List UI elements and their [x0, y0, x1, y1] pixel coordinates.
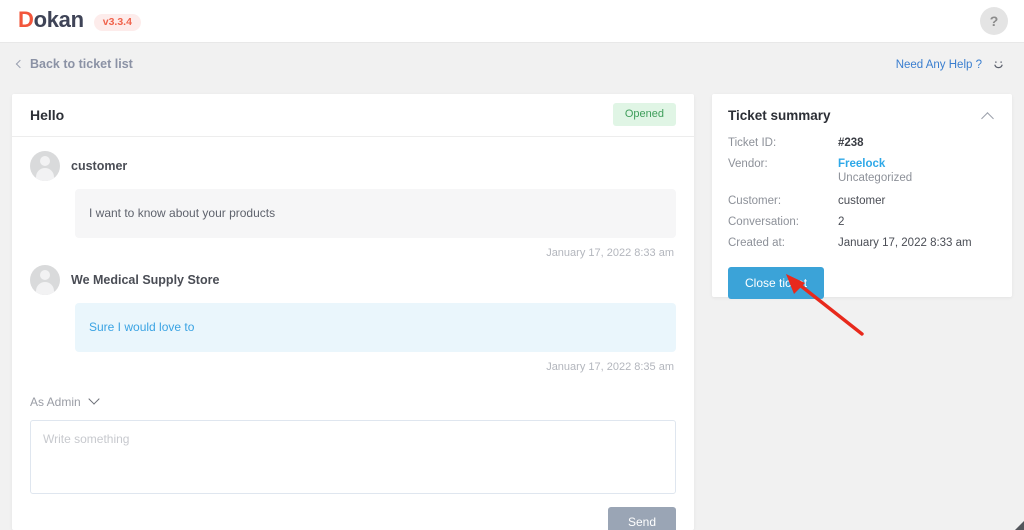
message-bubble: Sure I would love to [75, 302, 676, 352]
sub-header: Back to ticket list Need Any Help ? [0, 43, 1024, 90]
summary-title: Ticket summary [728, 108, 831, 123]
avatar [30, 151, 60, 181]
brand-initial: D [18, 6, 34, 32]
message-author: customer [71, 159, 128, 173]
status-badge: Opened [612, 103, 676, 127]
message-item: customer I want to know about your produ… [30, 151, 676, 259]
back-link-label: Back to ticket list [30, 57, 133, 71]
reply-role-label: As Admin [30, 394, 81, 409]
close-ticket-button[interactable]: Close ticket [728, 267, 825, 299]
smiley-face-icon [990, 56, 1007, 73]
summary-row-created-at: Created at: January 17, 2022 8:33 am [728, 237, 996, 249]
summary-value: 2 [838, 216, 845, 228]
message-thread: customer I want to know about your produ… [12, 137, 694, 373]
summary-label: Created at: [728, 237, 785, 249]
message-timestamp: January 17, 2022 8:35 am [546, 360, 674, 373]
dokan-logo: Dokan v3.3.4 [18, 6, 141, 34]
reply-role-dropdown[interactable]: As Admin [30, 392, 100, 409]
vendor-category: Uncategorized [838, 172, 913, 184]
summary-label: Vendor: [728, 158, 768, 170]
need-any-help-link[interactable]: Need Any Help ? [896, 56, 1007, 73]
ticket-conversation-card: Hello Opened customer I want to know abo… [12, 94, 694, 530]
version-badge: v3.3.4 [93, 13, 141, 32]
summary-value: January 17, 2022 8:33 am [838, 237, 972, 249]
summary-header: Ticket summary [728, 108, 996, 125]
corner-resize-mark [1015, 521, 1024, 530]
summary-value-group: Freelock Uncategorized [838, 158, 912, 184]
message-header: customer [30, 151, 676, 181]
send-row: Send [30, 506, 676, 530]
message-header: We Medical Supply Store [30, 264, 676, 295]
brand-name: Dokan [18, 6, 84, 32]
chevron-left-icon [15, 59, 25, 69]
message-timestamp: January 17, 2022 8:33 am [546, 246, 674, 259]
summary-row-vendor: Vendor: Freelock Uncategorized [728, 158, 996, 184]
send-button[interactable]: Send [607, 506, 676, 530]
avatar [30, 264, 60, 295]
reply-area: As Admin Send [12, 392, 694, 530]
summary-row-ticket-id: Ticket ID: #238 [728, 137, 996, 149]
ticket-summary-panel: Ticket summary Ticket ID: #238 Vendor: F… [712, 94, 1012, 299]
page-title: Hello [30, 107, 65, 123]
summary-row-conversation: Conversation: 2 [728, 216, 996, 228]
vendor-link[interactable]: Freelock [838, 158, 912, 170]
message-item: We Medical Supply Store Sure I would lov… [30, 264, 676, 373]
summary-label: Conversation: [728, 216, 799, 228]
summary-row-customer: Customer: customer [728, 195, 996, 207]
ticket-header: Hello Opened [12, 94, 694, 137]
summary-label: Customer: [728, 195, 782, 207]
message-bubble: I want to know about your products [75, 189, 676, 238]
message-author: We Medical Supply Store [71, 272, 220, 287]
chevron-down-icon [88, 392, 100, 405]
page-root: Dokan v3.3.4 ? Back to ticket list Need … [0, 0, 1024, 530]
chevron-up-icon[interactable] [981, 112, 994, 125]
reply-textarea[interactable] [30, 419, 676, 494]
summary-label: Ticket ID: [728, 137, 777, 149]
need-help-label: Need Any Help ? [895, 58, 982, 71]
back-to-ticket-list-link[interactable]: Back to ticket list [15, 57, 133, 71]
question-mark-icon[interactable]: ? [980, 7, 1008, 35]
brand-remainder: okan [33, 6, 84, 32]
top-bar: Dokan v3.3.4 ? [0, 0, 1024, 43]
summary-value: customer [838, 195, 886, 207]
summary-value: #238 [838, 137, 864, 149]
